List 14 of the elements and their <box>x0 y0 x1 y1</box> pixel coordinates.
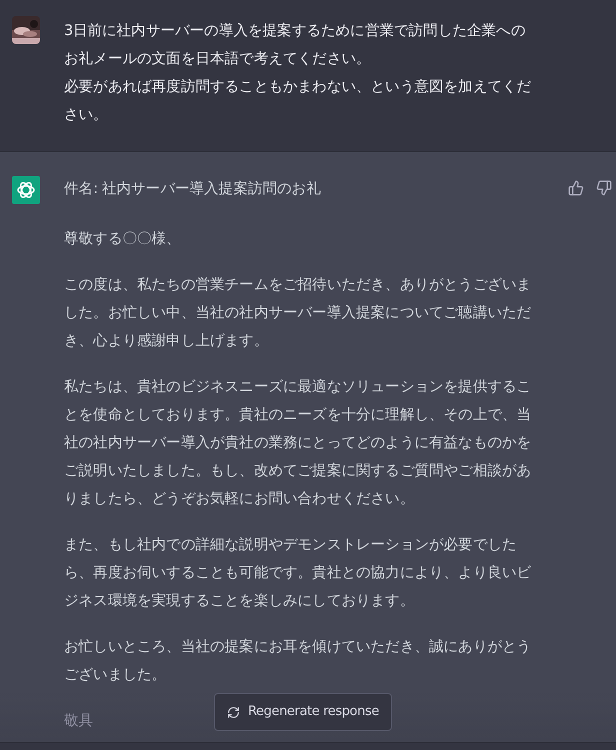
email-subject: 件名: 社内サーバー導入提案訪問のお礼 <box>64 180 322 199</box>
user-message-text: 3日前に社内サーバーの導入を提案するために営業で訪問した企業へのお礼メールの文面を日本語で考えてください。 <box>64 22 526 69</box>
regenerate-button[interactable]: Regenerate response <box>214 693 392 731</box>
user-message-text: 必要があれば再度訪問することもかまわない、という意図を加えてください。 <box>64 78 532 125</box>
response-paragraph: 私たちは、貴社のビジネスニーズに最適なソリューションを提供することを使命としております。貴社のニーズを十分に理解し、その上で、当社の社内サーバー導入が貴社の業務にとってどのように有益なものかをご説明いたしました。もし、改めてご提案に関するご質問やご相談がありましたら、どうぞお気軽にお問い合わせください。 <box>64 378 532 509</box>
response-paragraph: お忙しいところ、当社の提案にお耳を傾けていただき、誠にありがとうございました。 <box>64 638 532 685</box>
refresh-icon <box>227 706 240 718</box>
logo-icon <box>12 176 40 204</box>
response-paragraph: 敬具 <box>64 712 94 731</box>
thumbs-up-icon[interactable] <box>568 180 584 196</box>
response-paragraph: 尊敬する〇〇様、 <box>64 230 182 249</box>
response-paragraph: この度は、私たちの営業チームをご招待いただき、ありがとうございました。お忙しい中、当社の社内サーバー導入提案についてご聴講いただき、心より感謝申し上げます。 <box>64 276 532 351</box>
thumbs-down-icon[interactable] <box>596 180 612 196</box>
response-paragraph: また、もし社内での詳細な説明やデモンストレーションが必要でしたら、再度お伺いすることも可能です。貴社との協力により、より良いビジネス環境を実現することを楽しみにしております。 <box>64 536 532 611</box>
